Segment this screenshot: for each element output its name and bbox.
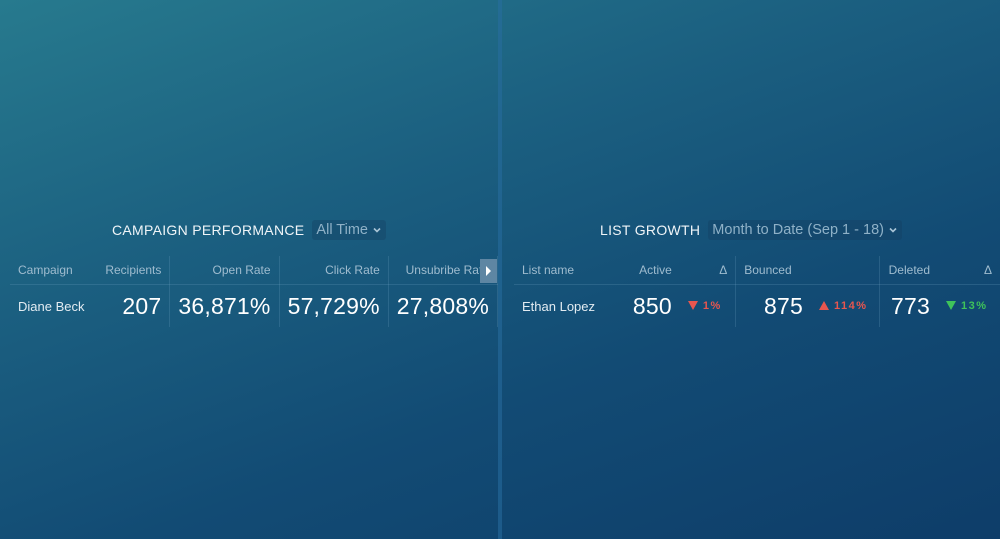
- column-header-open-rate[interactable]: Open Rate: [169, 256, 280, 285]
- caret-right-icon: [486, 266, 491, 276]
- widget-header: CAMPAIGN PERFORMANCE All Time: [0, 220, 498, 240]
- recipients-value: 207: [93, 284, 171, 327]
- column-header-deleted[interactable]: Deleted: [879, 256, 939, 285]
- open-rate-value: 36,871%: [169, 284, 280, 327]
- scroll-right-button[interactable]: [480, 259, 497, 283]
- deleted-delta: 13%: [946, 300, 988, 312]
- column-header-bounced[interactable]: Bounced: [735, 256, 811, 285]
- trend-down-icon: [946, 301, 957, 310]
- column-header-recipients[interactable]: Recipients: [93, 256, 171, 285]
- widget-title: LIST GROWTH: [600, 222, 701, 238]
- active-value: 850: [632, 292, 672, 319]
- table-row: Diane Beck 207 36,871% 57,729% 27,808%: [10, 284, 499, 327]
- deleted-value: 773: [891, 292, 931, 319]
- column-header-deleted-delta[interactable]: Δ: [938, 256, 1000, 285]
- chevron-down-icon: [373, 227, 381, 233]
- widget-title: CAMPAIGN PERFORMANCE: [111, 222, 305, 238]
- date-range-dropdown[interactable]: All Time: [312, 220, 386, 240]
- date-range-dropdown[interactable]: Month to Date (Sep 1 - 18): [708, 220, 902, 240]
- unsubscribe-rate-value: 27,808%: [388, 284, 499, 327]
- list-growth-widget: LIST GROWTH Month to Date (Sep 1 - 18) L…: [502, 0, 1000, 539]
- column-header-list-name[interactable]: List name: [514, 256, 616, 285]
- widget-header: LIST GROWTH Month to Date (Sep 1 - 18): [502, 220, 1000, 240]
- column-header-active-delta[interactable]: Δ: [679, 256, 737, 285]
- click-rate-value: 57,729%: [279, 284, 389, 327]
- list-name: Ethan Lopez: [522, 298, 596, 314]
- trend-down-icon: [687, 301, 698, 310]
- column-header-active[interactable]: Active: [615, 256, 680, 285]
- column-header-campaign[interactable]: Campaign: [10, 256, 94, 285]
- campaign-performance-widget: CAMPAIGN PERFORMANCE All Time Campaign R…: [0, 0, 499, 539]
- column-header-click-rate[interactable]: Click Rate: [279, 256, 389, 285]
- date-range-label: Month to Date (Sep 1 - 18): [712, 222, 884, 238]
- campaign-table: Campaign Recipients Open Rate Click Rate…: [10, 256, 499, 327]
- bounced-value: 875: [763, 292, 803, 319]
- table-row: Ethan Lopez 850 1% 875 114% 773 13%: [514, 284, 1000, 327]
- campaign-name: Diane Beck: [18, 298, 85, 314]
- trend-up-icon: [818, 301, 829, 310]
- list-growth-table: List name Active Δ Bounced Deleted Δ Eth…: [514, 256, 1000, 327]
- bounced-delta: 114%: [818, 300, 868, 312]
- date-range-label: All Time: [316, 222, 368, 238]
- chevron-down-icon: [889, 227, 897, 233]
- active-delta: 1%: [687, 300, 722, 312]
